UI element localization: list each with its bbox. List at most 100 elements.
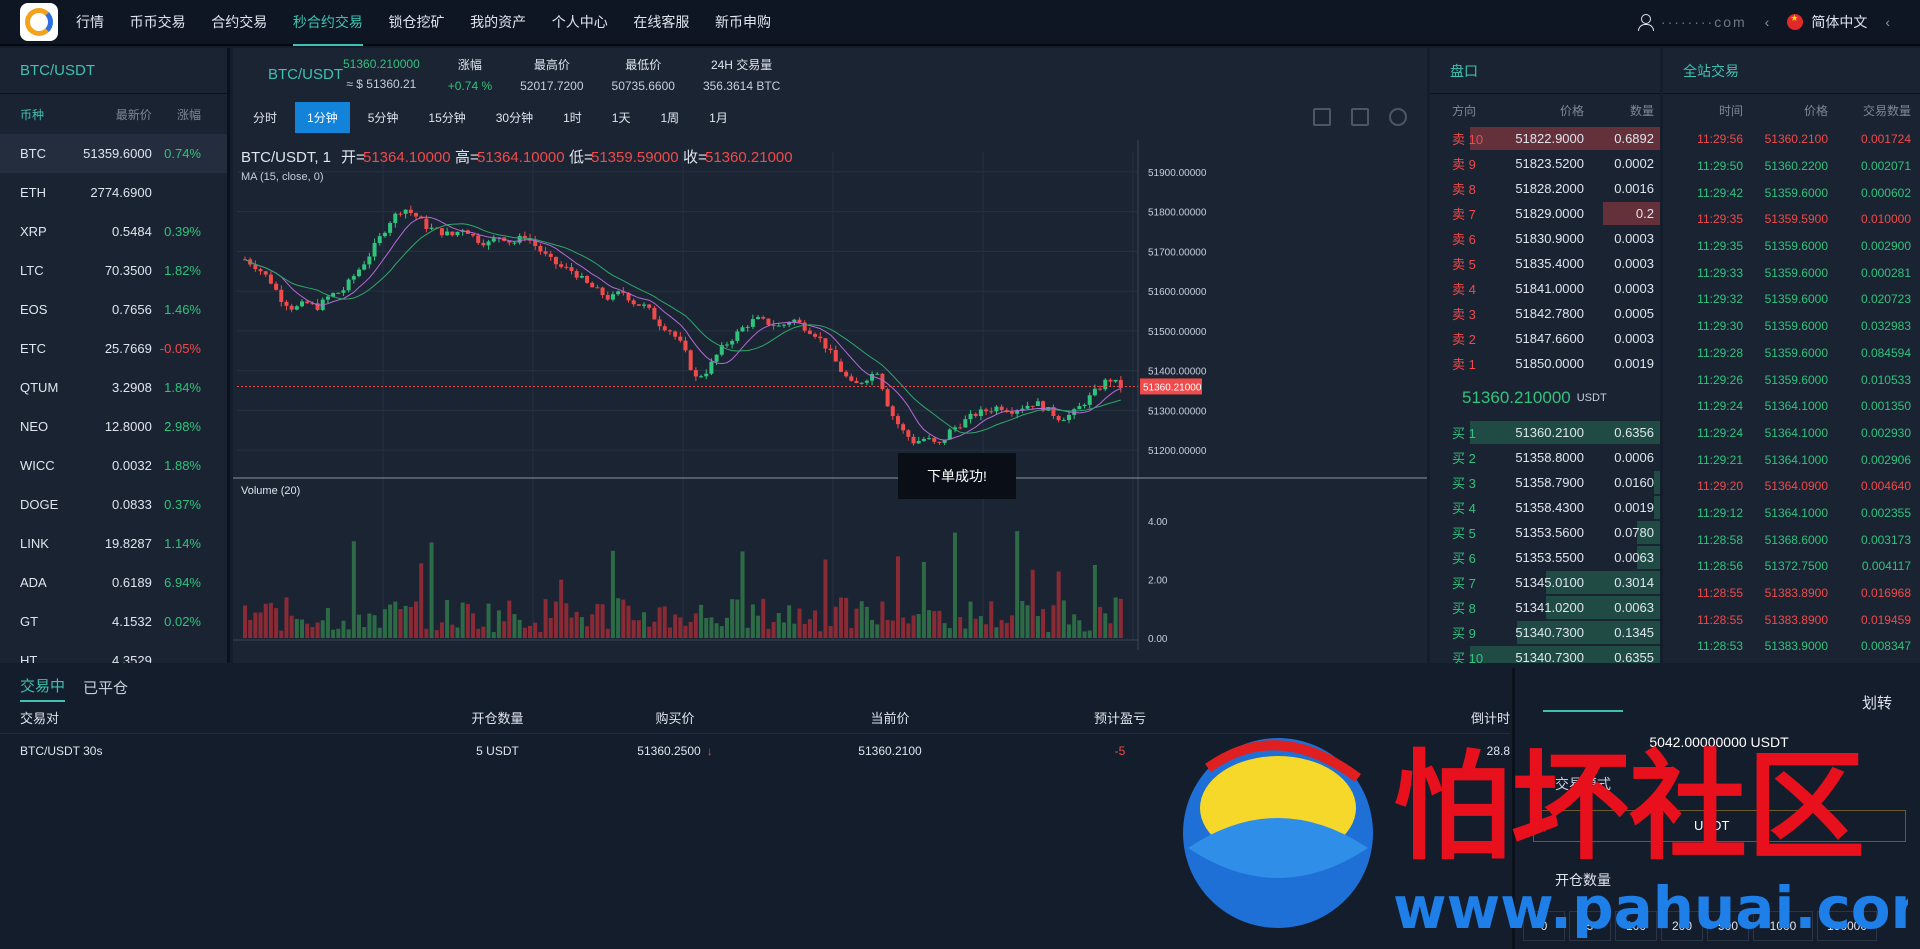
orderbook-row[interactable]: 买 8 51341.0200 0.0063 xyxy=(1430,595,1660,620)
orderbook-row[interactable]: 卖 10 51822.9000 0.6892 xyxy=(1430,126,1660,151)
orderbook-row[interactable]: 买 2 51358.8000 0.0006 xyxy=(1430,445,1660,470)
interval-tab[interactable]: 1时 xyxy=(551,102,594,133)
volume-bar xyxy=(875,624,880,638)
orderbook-row[interactable]: 买 6 51353.5500 0.0063 xyxy=(1430,545,1660,570)
volume-bar xyxy=(714,623,719,638)
language-selector[interactable]: 简体中文 xyxy=(1811,12,1867,32)
orderbook-row[interactable]: 买 7 51345.0100 0.3014 xyxy=(1430,570,1660,595)
last-price-unit: USDT xyxy=(1576,392,1607,404)
nav-item-contract[interactable]: 合约交易 xyxy=(211,0,267,44)
trade-price: 51359.6000 xyxy=(1764,239,1828,254)
order-success-toast: 下单成功! xyxy=(898,453,1016,499)
indicator-icon[interactable] xyxy=(1351,108,1369,126)
interval-tab[interactable]: 15分钟 xyxy=(416,102,477,133)
nav-item-support[interactable]: 在线客服 xyxy=(633,0,689,44)
volume-bar xyxy=(502,621,507,638)
orderbook-row[interactable]: 买 10 51340.7300 0.6355 xyxy=(1430,645,1660,663)
orderbook-row[interactable]: 买 1 51360.2100 0.6356 xyxy=(1430,420,1660,445)
orderbook-row[interactable]: 买 9 51340.7300 0.1345 xyxy=(1430,620,1660,645)
tab-closed-positions[interactable]: 已平仓 xyxy=(83,677,128,702)
orderbook-row[interactable]: 卖 8 51828.2000 0.0016 xyxy=(1430,176,1660,201)
nav-item-second-contract[interactable]: 秒合约交易 xyxy=(292,0,363,46)
table-row[interactable]: BTC/USDT 30s 5 USDT 51360.2500 ↓ 51360.21… xyxy=(0,734,1510,768)
col-coin[interactable]: 币种 xyxy=(0,106,61,123)
quantity-preset-button[interactable]: 200 xyxy=(1661,911,1703,941)
fullscreen-icon[interactable] xyxy=(1313,108,1331,126)
orderbook-row[interactable]: 卖 7 51829.0000 0.2 xyxy=(1430,201,1660,226)
settings-gear-icon[interactable] xyxy=(1389,108,1407,126)
volume-bar xyxy=(351,541,356,638)
quantity-preset-button[interactable]: 100 xyxy=(1615,911,1657,941)
quantity-preset-button[interactable]: 5 xyxy=(1569,911,1611,941)
market-row[interactable]: ETH 2774.6900 xyxy=(0,173,227,212)
market-row[interactable]: QTUM 3.2908 1.84% xyxy=(0,368,227,407)
market-row[interactable]: ETC 25.7669 -0.05% xyxy=(0,329,227,368)
candlestick-chart[interactable]: 51360.21000 51900.00000 51800.00000 51700.… xyxy=(233,140,1427,660)
chevron-left-icon[interactable]: ‹ xyxy=(1765,14,1770,30)
orderbook-row[interactable]: 卖 5 51835.4000 0.0003 xyxy=(1430,251,1660,276)
quantity-preset-button[interactable]: 0 xyxy=(1523,911,1565,941)
trade-row: 11:29:21 51364.1000 0.002906 xyxy=(1663,446,1920,473)
market-row[interactable]: EOS 0.7656 1.46% xyxy=(0,290,227,329)
quantity-preset-button[interactable]: 1000 xyxy=(1753,911,1813,941)
volume-bar xyxy=(300,619,305,638)
last-price: 51360.210000 xyxy=(1462,388,1571,407)
col-price[interactable]: 最新价 xyxy=(61,106,152,123)
interval-tab[interactable]: 1分钟 xyxy=(295,101,350,133)
orderbook-row[interactable]: 卖 2 51847.6600 0.0003 xyxy=(1430,326,1660,351)
market-row[interactable]: WICC 0.0032 1.88% xyxy=(0,446,227,485)
orderbook-row[interactable]: 卖 4 51841.0000 0.0003 xyxy=(1430,276,1660,301)
market-row[interactable]: GT 4.1532 0.02% xyxy=(0,602,227,641)
market-row[interactable]: HT 4.3529 xyxy=(0,641,227,663)
interval-tab[interactable]: 分时 xyxy=(241,102,289,133)
nav-item-market[interactable]: 行情 xyxy=(76,0,104,44)
market-row[interactable]: XRP 0.5484 0.39% xyxy=(0,212,227,251)
low-label: 最低价 xyxy=(625,57,662,72)
market-row[interactable]: BTC 51359.6000 0.74% xyxy=(0,134,227,173)
orderbook-row[interactable]: 卖 9 51823.5200 0.0002 xyxy=(1430,151,1660,176)
quantity-preset-button[interactable]: 100000 xyxy=(1817,911,1877,941)
col-open-qty: 开仓数量 xyxy=(471,711,524,726)
interval-tab[interactable]: 5分钟 xyxy=(356,102,411,133)
positions-header: 交易对 开仓数量 购买价 当前价 预计盈亏 倒计时 xyxy=(0,702,1510,734)
orderbook-row[interactable]: 卖 1 51850.0000 0.0019 xyxy=(1430,351,1660,376)
interval-tab[interactable]: 1月 xyxy=(697,102,740,133)
market-row[interactable]: LTC 70.3500 1.82% xyxy=(0,251,227,290)
nav-item-spot[interactable]: 币币交易 xyxy=(130,0,186,44)
market-row[interactable]: NEO 12.8000 2.98% xyxy=(0,407,227,446)
position-pnl: -5 xyxy=(1114,744,1126,758)
volume-bar xyxy=(465,604,470,638)
interval-tab[interactable]: 1周 xyxy=(648,102,691,133)
market-row[interactable]: DOGE 0.0833 0.37% xyxy=(0,485,227,524)
volume-bar xyxy=(730,599,735,638)
user-icon[interactable] xyxy=(1637,14,1654,31)
account-name[interactable]: ········com xyxy=(1661,14,1747,30)
market-row[interactable]: ADA 0.6189 6.94% xyxy=(0,563,227,602)
orderbook-row[interactable]: 卖 6 51830.9000 0.0003 xyxy=(1430,226,1660,251)
logo[interactable] xyxy=(20,3,58,41)
chevron-left-icon[interactable]: ‹ xyxy=(1885,14,1890,30)
order-price: 51850.0000 xyxy=(1515,356,1584,371)
orderbook-row[interactable]: 卖 3 51842.7800 0.0005 xyxy=(1430,301,1660,326)
orderbook-row[interactable]: 买 5 51353.5600 0.0780 xyxy=(1430,520,1660,545)
candle-body xyxy=(543,251,548,254)
nav-item-ieo[interactable]: 新币申购 xyxy=(715,0,771,44)
nav-item-staking[interactable]: 锁仓挖矿 xyxy=(389,0,445,44)
change-value: +0.74 % xyxy=(447,78,493,93)
market-row[interactable]: LINK 19.8287 1.14% xyxy=(0,524,227,563)
interval-tab[interactable]: 1天 xyxy=(600,102,643,133)
orderbook-row[interactable]: 买 4 51358.4300 0.0019 xyxy=(1430,495,1660,520)
trade-row: 11:29:28 51359.6000 0.084594 xyxy=(1663,340,1920,367)
market-price: 0.0032 xyxy=(112,458,152,473)
interval-tab[interactable]: 30分钟 xyxy=(484,102,545,133)
quantity-preset-button[interactable]: 500 xyxy=(1707,911,1749,941)
nav-item-profile[interactable]: 个人中心 xyxy=(552,0,608,44)
trade-price: 51359.6000 xyxy=(1764,319,1828,334)
col-change[interactable]: 涨幅 xyxy=(152,106,227,123)
nav-item-assets[interactable]: 我的资产 xyxy=(470,0,526,44)
orderbook-row[interactable]: 买 3 51358.7900 0.0160 xyxy=(1430,470,1660,495)
currency-select[interactable]: USDT xyxy=(1533,810,1906,842)
tab-open-positions[interactable]: 交易中 xyxy=(20,675,66,702)
transfer-link[interactable]: 划转 xyxy=(1862,692,1892,713)
volume-bar xyxy=(973,618,978,638)
